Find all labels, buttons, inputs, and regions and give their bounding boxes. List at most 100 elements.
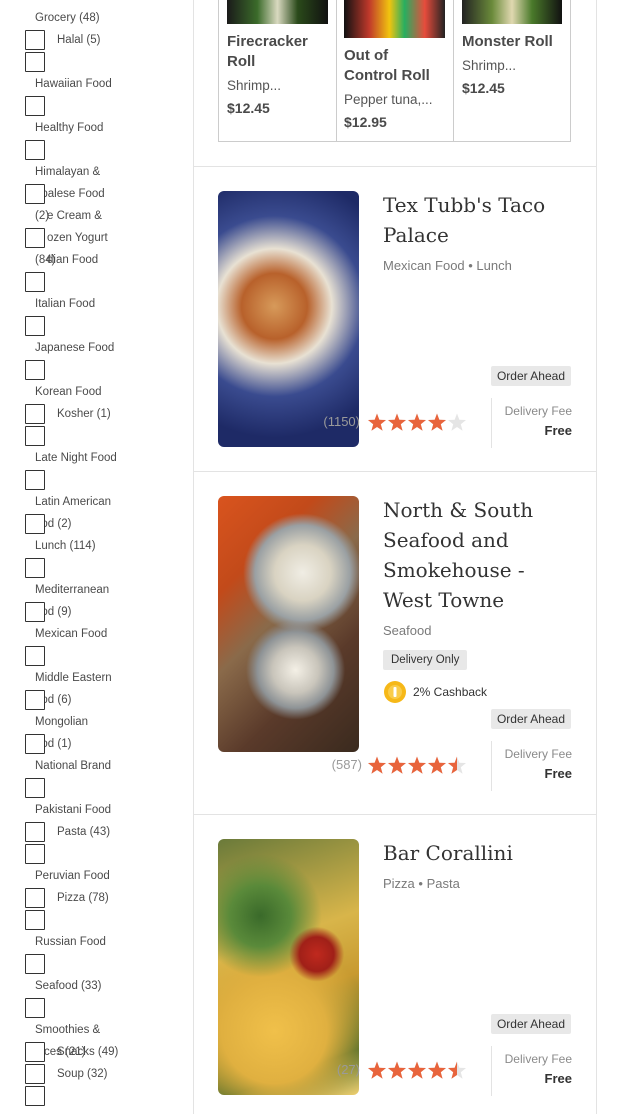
filter-label: Lunch (114) <box>35 540 96 552</box>
filter-checkbox[interactable] <box>25 646 45 666</box>
filter-label: ) <box>35 777 130 799</box>
filter-checkbox[interactable] <box>25 1064 45 1084</box>
filter-checkbox[interactable] <box>25 228 45 248</box>
rating-count: (587) <box>331 757 362 772</box>
dish-name: Monster Roll <box>462 33 553 50</box>
dish-price: $12.45 <box>462 80 505 96</box>
filter-label: Soup (32) <box>57 1068 108 1080</box>
filter-checkbox[interactable] <box>25 426 45 446</box>
filter-label: ood (9) <box>35 606 72 618</box>
rating-stars <box>367 1061 467 1079</box>
filter-label: Mongolian <box>35 716 89 728</box>
filter-checkbox[interactable] <box>25 1042 45 1062</box>
restaurant-cuisine: Seafood <box>383 623 432 638</box>
filter-label: National Brand <box>35 760 112 772</box>
restaurant-photo[interactable] <box>218 191 359 447</box>
star-empty-icon <box>447 413 467 431</box>
filter-label: Hawaiian Food <box>35 78 112 90</box>
delivery-only-badge: Delivery Only <box>383 650 468 670</box>
delivery-fee-value: Free <box>544 766 572 781</box>
delivery-fee: Delivery Fee Free <box>491 741 572 791</box>
filter-checkbox[interactable] <box>25 140 45 160</box>
star-filled-icon <box>367 756 387 774</box>
filter-checkbox[interactable] <box>25 690 45 710</box>
filter-label: Peruvian Food <box>35 870 110 882</box>
star-filled-icon <box>427 1061 447 1079</box>
filter-checkbox[interactable] <box>25 404 45 424</box>
filter-checkbox[interactable] <box>25 734 45 754</box>
filter-label: Korean Food <box>35 386 102 398</box>
filter-label: Russian Food <box>35 936 106 948</box>
filter-label: Pizza (78) <box>57 892 109 904</box>
restaurant-name[interactable]: Bar Corallini <box>383 838 573 868</box>
dish-card[interactable]: Firecracker Roll Shrimp... $12.45 <box>219 0 337 141</box>
filter-checkbox[interactable] <box>25 316 45 336</box>
filter-checkbox[interactable] <box>25 558 45 578</box>
star-filled-icon <box>387 1061 407 1079</box>
dish-card[interactable]: Out of Control Roll Pepper tuna,... $12.… <box>336 0 454 141</box>
filter-checkbox[interactable] <box>25 998 45 1018</box>
filter-label: 1) <box>35 359 130 381</box>
filter-label: ood (2) <box>35 518 72 530</box>
filter-label: e Cream & <box>47 210 102 222</box>
restaurant-photo[interactable] <box>218 496 359 752</box>
star-filled-icon <box>387 413 407 431</box>
order-ahead-tag: Order Ahead <box>490 709 571 729</box>
filter-label: 6) <box>35 315 130 337</box>
filter-checkbox[interactable] <box>25 954 45 974</box>
rating-count: (27) <box>336 1062 360 1077</box>
filter-checkbox[interactable] <box>25 470 45 490</box>
filter-label: dian Food <box>47 254 99 266</box>
filter-label: Snacks (49) <box>57 1046 119 1058</box>
dish-price: $12.45 <box>227 100 270 116</box>
restaurant-name[interactable]: Tex Tubb's Taco Palace <box>383 190 573 250</box>
filter-checkbox[interactable] <box>25 30 45 50</box>
popular-dishes-strip: Firecracker Roll Shrimp... $12.45 Out of… <box>218 0 571 142</box>
restaurant-photo[interactable] <box>218 839 359 1095</box>
delivery-fee-label: Delivery Fee <box>504 1052 572 1066</box>
filter-label: Middle Eastern <box>35 672 112 684</box>
star-filled-icon <box>407 1061 427 1079</box>
rating-stars <box>367 756 467 774</box>
filter-checkbox[interactable] <box>25 602 45 622</box>
order-ahead-tag: Order Ahead <box>490 1014 571 1034</box>
filter-checkbox[interactable] <box>25 360 45 380</box>
filter-label: ood (6) <box>35 694 72 706</box>
filter-checkbox[interactable] <box>25 96 45 116</box>
star-filled-icon <box>407 756 427 774</box>
filter-checkbox[interactable] <box>25 272 45 292</box>
filter-label: 4) <box>35 645 130 667</box>
filter-label: Pakistani Food <box>35 804 112 816</box>
delivery-fee-value: Free <box>544 423 572 438</box>
filter-label: Late Night Food <box>35 452 117 464</box>
filter-checkbox[interactable] <box>25 184 45 204</box>
rating-count: (1150) <box>323 414 360 429</box>
filter-label: Himalayan & <box>35 166 101 178</box>
filter-label: Mexican Food <box>35 628 108 640</box>
filter-label: ozen Yogurt <box>47 232 108 244</box>
rating-stars <box>367 413 467 431</box>
restaurant-name[interactable]: North & South Seafood and Smokehouse - W… <box>383 495 573 615</box>
dish-description: Shrimp... <box>227 78 282 93</box>
star-filled-icon <box>367 1061 387 1079</box>
filter-checkbox[interactable] <box>25 844 45 864</box>
filter-checkbox[interactable] <box>25 822 45 842</box>
cashback-promo: 2% Cashback <box>383 680 487 704</box>
delivery-fee: Delivery Fee Free <box>491 398 572 448</box>
filter-label: Latin American <box>35 496 112 508</box>
dish-card[interactable]: Monster Roll Shrimp... $12.45 <box>454 0 570 141</box>
cashback-coin-icon <box>384 681 406 703</box>
filter-checkbox[interactable] <box>25 1086 45 1106</box>
filter-checkbox[interactable] <box>25 514 45 534</box>
filter-label: 0) <box>35 271 130 293</box>
filter-label: 8) <box>35 469 130 491</box>
dish-name: Firecracker Roll <box>227 33 308 70</box>
filter-checkbox[interactable] <box>25 52 45 72</box>
cuisine-filter-sidebar: Grocery (48) Halal (5) Hawaiian Food ) H… <box>0 0 190 1114</box>
star-filled-icon <box>427 413 447 431</box>
filter-checkbox[interactable] <box>25 778 45 798</box>
dish-photo <box>227 0 328 24</box>
filter-checkbox[interactable] <box>25 888 45 908</box>
delivery-fee: Delivery Fee Free <box>491 1046 572 1096</box>
filter-checkbox[interactable] <box>25 910 45 930</box>
